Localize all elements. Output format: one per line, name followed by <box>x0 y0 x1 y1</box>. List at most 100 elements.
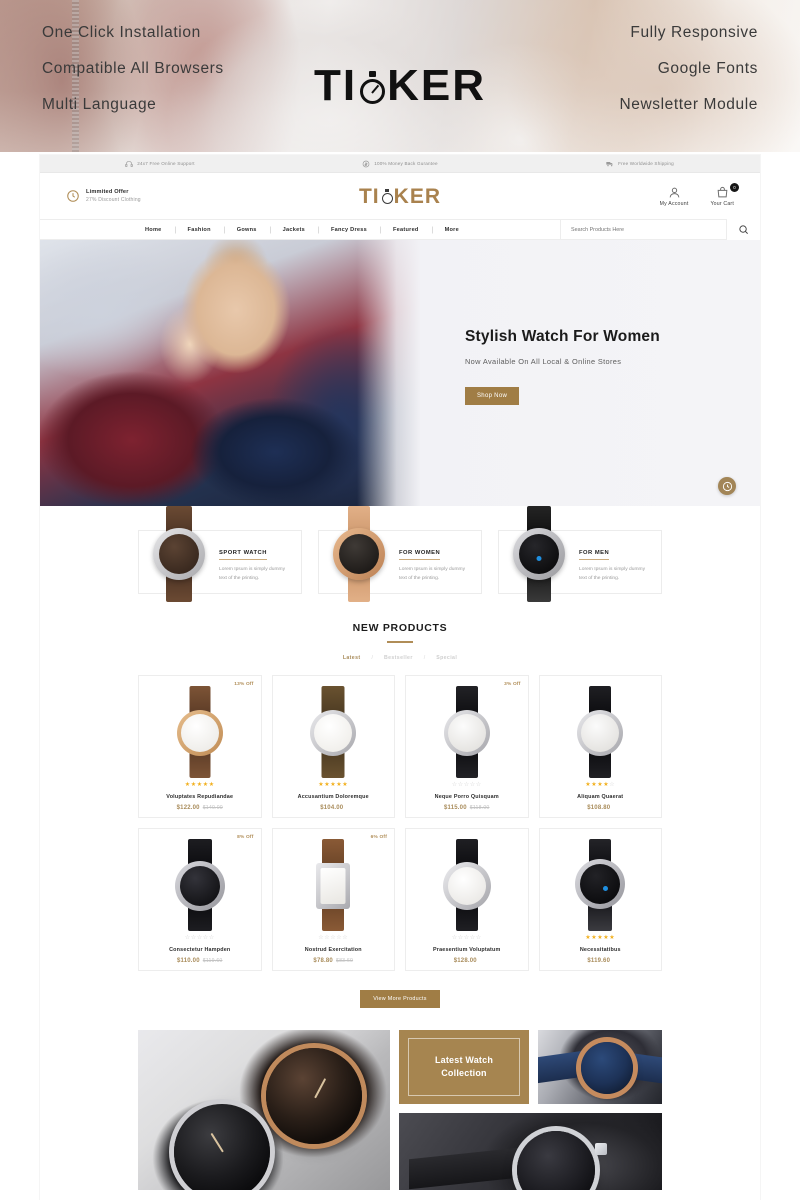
price-current: $78.80 <box>313 958 333 964</box>
feature-card-for-men[interactable]: FOR MEN Lorem Ipsum is simply dummy text… <box>498 506 662 602</box>
latest-collection-text: Latest Watch Collection <box>408 1038 520 1096</box>
limited-offer-block: Limmited Offer 27% Discount Clothing <box>66 189 276 203</box>
product-image <box>563 686 637 778</box>
truck-icon <box>606 161 613 166</box>
promo-logo-part2: KER <box>387 61 486 110</box>
nav-item-jackets[interactable]: Jackets <box>270 227 318 233</box>
product-name: Voluptates Repudiandae <box>166 794 234 800</box>
price-current: $110.00 <box>176 958 200 964</box>
shop-now-button[interactable]: Shop Now <box>465 387 520 405</box>
tab-latest[interactable]: Latest <box>343 655 361 661</box>
nav-item-fashion[interactable]: Fashion <box>175 227 224 233</box>
product-image <box>163 686 237 778</box>
nav-item-gowns[interactable]: Gowns <box>224 227 270 233</box>
store-logo-part2: KER <box>393 184 441 208</box>
product-price: $115.00 $118.00 <box>444 805 490 811</box>
store-logo-part1: TI <box>358 184 380 208</box>
product-price: $108.80 <box>587 805 613 811</box>
my-account-button[interactable]: My Account <box>660 186 689 207</box>
for-women-watch-image <box>319 506 399 602</box>
price-current: $128.00 <box>453 958 477 964</box>
nav-item-more[interactable]: More <box>432 227 472 233</box>
cta-line-1: Latest Watch <box>434 1054 494 1065</box>
top-info-label: 24x7 Free Online Support <box>137 161 195 166</box>
cart-button[interactable]: 0 Your Cart <box>710 182 739 207</box>
store-header: Limmited Offer 27% Discount Clothing TI K… <box>40 173 760 219</box>
feature-cards: SPORT WATCH Lorem Ipsum is simply dummy … <box>40 506 760 602</box>
search-input[interactable] <box>561 219 726 240</box>
nav-item-fancy-dress[interactable]: Fancy Dress <box>318 227 380 233</box>
product-card[interactable]: 6% Off ☆☆☆☆☆ Nostrud Exercitation $78.80… <box>271 828 395 971</box>
product-name: Consectetur Hampden <box>169 947 231 953</box>
hero-copy: Stylish Watch For Women Now Available On… <box>465 328 660 405</box>
product-image <box>163 839 237 931</box>
product-image <box>296 686 370 778</box>
banner-blue-watch[interactable] <box>538 1030 662 1104</box>
product-card[interactable]: ★★★★★ Necessitatibus $119.60 <box>538 828 662 971</box>
product-image <box>430 686 504 778</box>
product-rating: ☆☆☆☆☆ <box>451 935 482 941</box>
product-card[interactable]: 13% Off ★★★★★ Voluptates Repudiandae $12… <box>138 675 262 818</box>
view-more-products-button[interactable]: View More Products <box>360 990 440 1008</box>
tab-bestseller[interactable]: Bestseller <box>384 655 413 661</box>
product-card[interactable]: ☆☆☆☆☆ Praesentium Voluptatum $128.00 <box>405 828 529 971</box>
hero-subtitle: Now Available On All Local & Online Stor… <box>465 357 622 366</box>
search-button[interactable] <box>726 219 760 240</box>
product-name: Praesentium Voluptatum <box>433 947 501 953</box>
product-price: $104.00 <box>320 805 346 811</box>
feature-card-sport-watch[interactable]: SPORT WATCH Lorem Ipsum is simply dummy … <box>138 506 302 602</box>
store-logo[interactable]: TI KER <box>276 186 524 207</box>
latest-collection-banner[interactable]: Latest Watch Collection <box>399 1030 529 1104</box>
product-card[interactable]: 8% Off ☆☆☆☆☆ Consectetur Hampden $110.00… <box>138 828 262 971</box>
nav-links: Home Fashion Gowns Jackets Fancy Dress F… <box>132 227 560 233</box>
product-price: $128.00 <box>454 958 480 964</box>
top-info-strip: 24x7 Free Online Support 100% Money Back… <box>40 155 760 173</box>
price-old: $119.60 <box>202 958 223 964</box>
scroll-to-top-button[interactable] <box>718 477 736 495</box>
discount-badge: 3% Off <box>504 682 521 687</box>
price-current: $115.00 <box>443 805 467 811</box>
banner-two-watches[interactable] <box>138 1030 390 1190</box>
product-grid: 13% Off ★★★★★ Voluptates Repudiandae $12… <box>40 661 760 971</box>
main-navigation: Home Fashion Gowns Jackets Fancy Dress F… <box>40 219 760 240</box>
sport-watch-image <box>139 506 219 602</box>
view-more-wrapper: View More Products <box>40 971 760 1008</box>
banner-wide-watch[interactable] <box>399 1113 662 1190</box>
tab-special[interactable]: Special <box>436 655 457 661</box>
cta-line-2: Collection <box>441 1068 487 1078</box>
product-image <box>430 839 504 931</box>
top-info-label: 100% Money Back Gurantee <box>374 161 438 166</box>
nav-item-home[interactable]: Home <box>132 227 175 233</box>
stopwatch-icon <box>380 188 394 206</box>
product-price: $78.80 $83.60 <box>313 958 353 964</box>
top-info-money-back: 100% Money Back Gurantee <box>280 160 520 168</box>
product-card[interactable]: 3% Off ☆☆☆☆☆ Neque Porro Quisquam $115.0… <box>405 675 529 818</box>
discount-badge: 6% Off <box>370 835 387 840</box>
feature-title: SPORT WATCH <box>219 550 267 560</box>
product-card[interactable]: ★★★★☆ Aliquam Quaerat $108.80 <box>538 675 662 818</box>
top-info-shipping: Free Worldwide Shipping <box>520 160 760 168</box>
product-card[interactable]: ★★★★★ Accusantium Doloremque $104.00 <box>271 675 395 818</box>
product-name: Aliquam Quaerat <box>577 794 624 800</box>
bottom-banners: Latest Watch Collection <box>40 1008 760 1190</box>
promo-logo-part1: TI <box>313 61 358 110</box>
top-info-label: Free Worldwide Shipping <box>618 161 674 166</box>
headset-icon <box>125 160 133 167</box>
product-rating: ★★★★★ <box>318 782 349 788</box>
promo-feature-item: Fully Responsive <box>630 24 758 41</box>
product-rating: ★★★★☆ <box>585 782 616 788</box>
feature-title: FOR MEN <box>579 550 610 560</box>
feature-card-for-women[interactable]: FOR WOMEN Lorem Ipsum is simply dummy te… <box>318 506 482 602</box>
title-underline <box>387 641 413 643</box>
nav-item-featured[interactable]: Featured <box>380 227 432 233</box>
new-products-header: NEW PRODUCTS Latest / Bestseller / Speci… <box>40 594 760 661</box>
top-info-support: 24x7 Free Online Support <box>40 160 280 168</box>
price-old: $118.00 <box>469 805 490 811</box>
product-name: Neque Porro Quisquam <box>434 794 499 800</box>
price-old: $140.00 <box>202 805 223 811</box>
search-area <box>560 219 760 240</box>
feature-desc: Lorem Ipsum is simply dummy text of the … <box>399 566 466 581</box>
feature-desc: Lorem Ipsum is simply dummy text of the … <box>579 566 646 581</box>
hero-model-photo <box>40 240 421 506</box>
store-preview: 24x7 Free Online Support 100% Money Back… <box>40 155 760 1200</box>
